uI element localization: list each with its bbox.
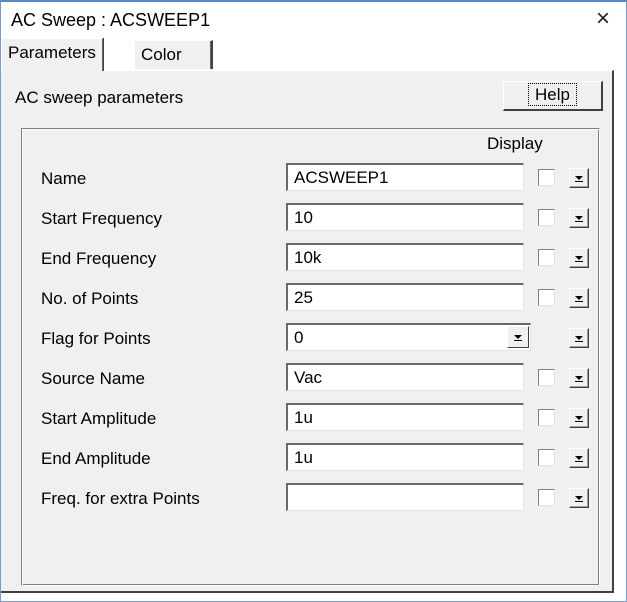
display-dropdown-button[interactable] (569, 208, 589, 228)
display-checkbox[interactable] (538, 249, 555, 266)
help-button[interactable]: Help (503, 81, 603, 111)
chevron-down-icon (575, 176, 583, 182)
chevron-down-icon (575, 216, 583, 222)
param-label: Start Amplitude (41, 409, 157, 428)
title-bar: AC Sweep : ACSWEEP1 × (1, 2, 626, 36)
display-checkbox[interactable] (538, 289, 555, 306)
chevron-down-icon (514, 335, 522, 341)
display-checkbox[interactable] (538, 209, 555, 226)
param-row-no-of-points: No. of Points 25 (21, 281, 601, 315)
end-frequency-input[interactable]: 10k (286, 243, 524, 271)
start-amplitude-input[interactable]: 1u (286, 403, 524, 431)
display-checkbox[interactable] (538, 409, 555, 426)
display-dropdown-button[interactable] (569, 328, 589, 348)
chevron-down-icon (575, 256, 583, 262)
display-dropdown-button[interactable] (569, 488, 589, 508)
param-label: Start Frequency (41, 209, 162, 228)
display-checkbox[interactable] (538, 169, 555, 186)
no-of-points-input[interactable]: 25 (286, 283, 524, 311)
chevron-down-icon (575, 416, 583, 422)
param-row-name: Name ACSWEEP1 (21, 161, 601, 195)
display-dropdown-button[interactable] (569, 248, 589, 268)
window-title: AC Sweep : ACSWEEP1 (11, 10, 211, 30)
flag-for-points-select[interactable]: 0 (286, 323, 531, 351)
flag-for-points-value: 0 (294, 328, 304, 347)
param-row-freq-extra-points: Freq. for extra Points (21, 481, 601, 515)
param-label: No. of Points (41, 289, 139, 308)
display-checkbox[interactable] (538, 369, 555, 386)
end-amplitude-input[interactable]: 1u (286, 443, 524, 471)
display-dropdown-button[interactable] (569, 288, 589, 308)
display-column-header: Display (487, 134, 543, 153)
panel-title: AC sweep parameters (15, 88, 184, 107)
param-label: Freq. for extra Points (41, 489, 200, 508)
param-row-flag-for-points: Flag for Points 0 (21, 321, 601, 355)
param-label: Flag for Points (41, 329, 151, 348)
param-row-start-frequency: Start Frequency 10 (21, 201, 601, 235)
param-row-end-frequency: End Frequency 10k (21, 241, 601, 275)
tab-strip: Parameters Color (1, 38, 626, 71)
close-icon[interactable]: × (588, 4, 618, 34)
param-row-source-name: Source Name Vac (21, 361, 601, 395)
name-input[interactable]: ACSWEEP1 (286, 163, 524, 191)
chevron-down-icon (575, 336, 583, 342)
display-dropdown-button[interactable] (569, 168, 589, 188)
start-frequency-input[interactable]: 10 (286, 203, 524, 231)
tab-parameters[interactable]: Parameters (1, 38, 103, 71)
freq-extra-points-input[interactable] (286, 483, 524, 511)
display-dropdown-button[interactable] (569, 408, 589, 428)
param-row-end-amplitude: End Amplitude 1u (21, 441, 601, 475)
tab-color[interactable]: Color (134, 40, 213, 69)
parameters-group (21, 128, 600, 586)
chevron-down-icon (575, 376, 583, 382)
flag-for-points-dropdown-button[interactable] (507, 326, 529, 348)
chevron-down-icon (575, 296, 583, 302)
param-row-start-amplitude: Start Amplitude 1u (21, 401, 601, 435)
display-checkbox[interactable] (538, 449, 555, 466)
param-label: Source Name (41, 369, 145, 388)
param-label: End Frequency (41, 249, 157, 268)
display-checkbox[interactable] (538, 489, 555, 506)
source-name-input[interactable]: Vac (286, 363, 524, 391)
parameters-panel: AC sweep parameters Help Display Name AC… (1, 70, 614, 593)
help-button-label: Help (528, 83, 577, 106)
param-label: End Amplitude (41, 449, 151, 468)
display-dropdown-button[interactable] (569, 368, 589, 388)
chevron-down-icon (575, 456, 583, 462)
display-dropdown-button[interactable] (569, 448, 589, 468)
chevron-down-icon (575, 496, 583, 502)
dialog-window: AC Sweep : ACSWEEP1 × Parameters Color A… (0, 0, 627, 602)
param-label: Name (41, 169, 87, 188)
